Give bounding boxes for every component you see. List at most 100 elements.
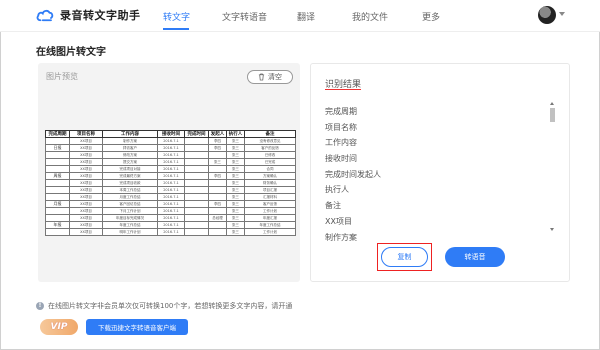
preview-table-row: XX项目 完成项目收款 2016.7.1 张三 财务确认	[45, 179, 296, 187]
preview-table-cell: 拜访客户	[102, 144, 158, 152]
preview-table-cell: 2016.7.1	[157, 221, 185, 229]
preview-table-cell	[45, 165, 70, 173]
preview-table-cell: 完成最终方案	[102, 172, 158, 180]
preview-table-cell: 2016.7.1	[157, 144, 185, 152]
app-logo[interactable]: 录音转文字助手	[36, 7, 141, 23]
result-line: 项目名称	[325, 122, 357, 132]
preview-table-cell	[184, 207, 209, 215]
preview-table-cell	[208, 221, 227, 229]
result-text-area[interactable]: 完成周期 项目名称 工作内容 接收时间 完成时间发起人 执行人 备注 XX项目 制作方案	[325, 104, 551, 245]
preview-table-cell: 月度工作总结	[102, 193, 158, 201]
preview-table-cell	[208, 165, 227, 173]
preview-table-header: 接收时间	[157, 130, 185, 138]
usage-notice: ! 在线图片转文字非会员单次仅可转换100个字，若想转换更多文字内容，请开通	[36, 301, 292, 311]
trash-icon	[258, 73, 265, 81]
result-line: 制作方案	[325, 232, 357, 242]
preview-table-cell: XX项目	[69, 186, 103, 194]
chevron-down-icon[interactable]	[559, 12, 565, 16]
result-line: XX项目	[325, 216, 352, 226]
preview-table-cell: 客户回访总结	[102, 200, 158, 208]
scroll-down-arrow-icon[interactable]	[550, 228, 554, 231]
preview-table-cell: 合同	[244, 165, 296, 173]
preview-table-header: 发起人	[208, 130, 227, 138]
preview-table-cell: 客户反馈	[244, 200, 296, 208]
preview-table-cell	[208, 228, 227, 236]
preview-table-cell: XX项目	[69, 158, 103, 166]
preview-table-cell: 年度工作总结	[244, 221, 296, 229]
nav-active-indicator	[163, 28, 189, 30]
preview-table-cell: XX项目	[69, 144, 103, 152]
preview-table-cell: 汇报材料	[244, 193, 296, 201]
preview-table-row: XX项目 修改方案 2016.7.1 张三 已修改	[45, 151, 296, 159]
app-name: 录音转文字助手	[60, 9, 141, 22]
clear-button[interactable]: 清空	[247, 70, 293, 84]
preview-table-cell	[184, 172, 209, 180]
convert-to-speech-button[interactable]: 转语音	[445, 247, 505, 267]
preview-table-cell: 李四	[208, 200, 227, 208]
preview-table-cell: 工作计划	[244, 207, 296, 215]
top-navigation-bar: 录音转文字助手 转文字 文字转语音 翻译 我的文件 更多	[0, 0, 600, 32]
preview-table-cell: 李四	[208, 144, 227, 152]
preview-table-cell: 2016.7.1	[157, 151, 185, 159]
preview-table-cell: 年度目标完成情况	[102, 214, 158, 222]
preview-table-cell: 2016.7.1	[157, 186, 185, 194]
result-scrollbar[interactable]	[550, 102, 555, 232]
result-line: 备注	[325, 201, 341, 211]
result-line: 工作内容	[325, 138, 357, 148]
preview-table-cell: 没有修改意见	[244, 137, 296, 145]
preview-table-cell: 提交方案	[102, 158, 158, 166]
preview-table-header: 项目名称	[69, 130, 103, 138]
preview-table-cell	[45, 214, 70, 222]
preview-table-cell: XX项目	[69, 207, 103, 215]
user-avatar[interactable]	[538, 6, 556, 24]
preview-table-cell: 张三	[226, 214, 245, 222]
result-line: 完成周期	[325, 107, 357, 116]
info-icon: !	[36, 302, 44, 310]
clear-button-label: 清空	[268, 73, 282, 81]
preview-table-cell: 2016.7.1	[157, 193, 185, 201]
page-title: 在线图片转文字	[36, 47, 106, 58]
preview-table-cell	[184, 151, 209, 159]
preview-table-cell	[45, 207, 70, 215]
preview-table-cell	[184, 158, 209, 166]
preview-table-cell	[45, 158, 70, 166]
scroll-up-arrow-icon[interactable]	[550, 102, 554, 105]
preview-table-cell: 财务确认	[244, 179, 296, 187]
preview-table-cell	[208, 186, 227, 194]
vip-button[interactable]: VIP	[40, 319, 78, 335]
cloud-icon	[36, 9, 54, 22]
preview-table-cell	[208, 151, 227, 159]
preview-table-cell: 年度汇报	[244, 214, 296, 222]
copy-button[interactable]: 复制	[381, 247, 428, 267]
nav-my-files[interactable]: 我的文件	[352, 10, 388, 23]
preview-table-cell	[184, 214, 209, 222]
download-client-button[interactable]: 下载迅捷文字转语音客户端	[86, 319, 188, 335]
nav-translate[interactable]: 翻译	[297, 10, 315, 23]
preview-table-row: XX项目 明年工作计划 2016.7.1 张三 工作计划	[45, 228, 296, 236]
preview-table-cell: 已修改	[244, 151, 296, 159]
nav-more[interactable]: 更多	[422, 10, 440, 23]
preview-table-cell: XX项目	[69, 151, 103, 159]
preview-table-cell: 张三	[226, 158, 245, 166]
preview-table-cell: 本周工作总结	[102, 186, 158, 194]
nav-speech-to-text[interactable]: 转文字	[163, 10, 190, 23]
preview-table-cell: 李四	[208, 172, 227, 180]
preview-table-cell: 已完成	[244, 158, 296, 166]
preview-table-cell: 张三	[226, 165, 245, 173]
preview-table-header: 备注	[244, 130, 296, 138]
preview-table-cell: 张三	[226, 207, 245, 215]
preview-table-cell: XX项目	[69, 193, 103, 201]
scrollbar-thumb[interactable]	[550, 108, 555, 122]
preview-table-cell	[45, 151, 70, 159]
preview-table-cell	[184, 179, 209, 187]
preview-table-cell	[208, 207, 227, 215]
preview-table-cell	[184, 165, 209, 173]
usage-notice-text: 在线图片转文字非会员单次仅可转换100个字，若想转换更多文字内容，请开通	[48, 302, 293, 310]
preview-table-cell: 完成项目收款	[102, 179, 158, 187]
nav-text-to-speech[interactable]: 文字转语音	[222, 10, 267, 23]
preview-table-cell: XX项目	[69, 228, 103, 236]
preview-table-cell: 2016.7.1	[157, 179, 185, 187]
preview-table-cell: 月报	[45, 200, 70, 208]
result-line: 执行人	[325, 185, 349, 195]
preview-table-cell: 2016.7.1	[157, 165, 185, 173]
